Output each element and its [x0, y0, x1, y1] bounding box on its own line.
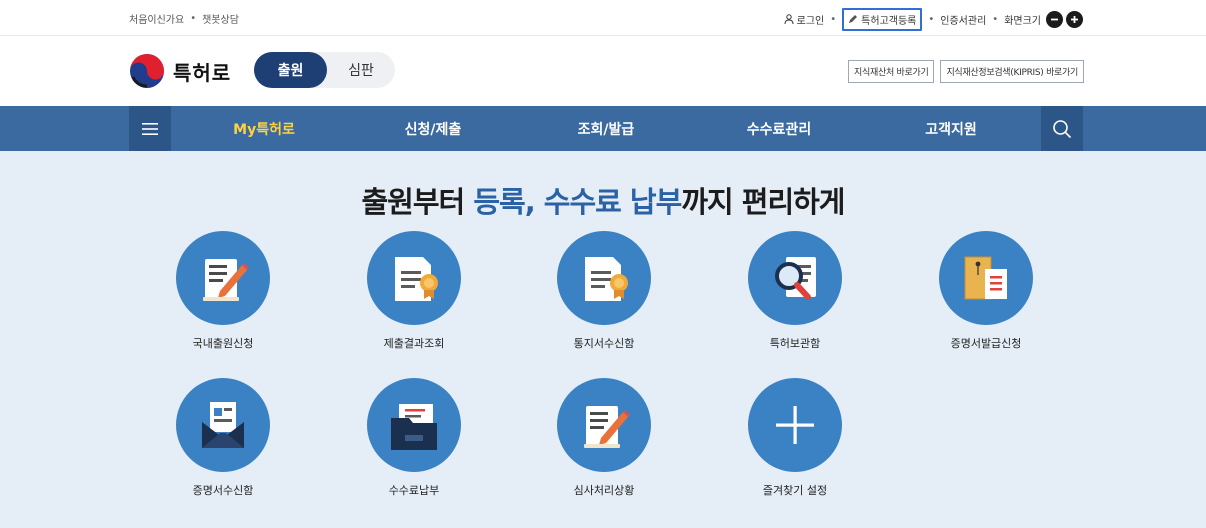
- customer-register-link[interactable]: 특허고객등록: [842, 7, 923, 31]
- main-nav: My특허로 신청/제출 조회/발급 수수료관리 고객지원: [0, 106, 1206, 151]
- menu-button[interactable]: [129, 106, 171, 151]
- tile-submission-results[interactable]: 제출결과조회: [354, 231, 474, 361]
- tile-circle: [367, 231, 461, 325]
- kipris-link[interactable]: 지식재산정보검색(KIPRIS) 바로가기: [940, 60, 1084, 83]
- main-content: 출원부터 등록, 수수료 납부까지 편리하게 국내출원신청 제출결과조회 통지서…: [0, 151, 1206, 528]
- tile-circle: [557, 378, 651, 472]
- taegeuk-logo-icon: [130, 54, 164, 88]
- plus-icon: [776, 406, 814, 444]
- separator-dot: •: [992, 13, 999, 25]
- tile-label: 제출결과조회: [383, 337, 445, 350]
- document-certificate-icon: [395, 257, 438, 301]
- plus-icon: [1071, 15, 1078, 23]
- mode-toggle: 출원 심판: [254, 52, 395, 88]
- folder-icon: [391, 404, 437, 450]
- pencil-icon: [849, 15, 858, 23]
- zoom-out-button[interactable]: [1046, 10, 1063, 28]
- main-nav-inner: My특허로 신청/제출 조회/발급 수수료관리 고객지원: [129, 106, 1083, 151]
- tile-circle: [176, 231, 270, 325]
- tile-circle: [748, 231, 842, 325]
- separator-dot: •: [190, 13, 197, 24]
- login-label: 로그인: [796, 15, 825, 27]
- document-pen-icon: [203, 259, 249, 301]
- tile-circle: [176, 378, 270, 472]
- document-pen-icon: [584, 406, 630, 448]
- search-icon: [1053, 119, 1072, 138]
- tile-circle: [557, 231, 651, 325]
- tile-notice-inbox[interactable]: 통지서수신함: [544, 231, 664, 361]
- utility-left: 처음이신가요 • 챗봇상담: [129, 11, 239, 26]
- ip-office-link[interactable]: 지식재산처 바로가기: [848, 60, 935, 83]
- tile-label: 수수료납부: [388, 484, 440, 497]
- tile-certificate-inbox[interactable]: 증명서수신함: [163, 378, 283, 508]
- tile-circle: [748, 378, 842, 472]
- login-link[interactable]: 로그인: [784, 12, 825, 27]
- certificate-manage-link[interactable]: 인증서관리: [940, 12, 986, 27]
- document-certificate-icon: [585, 257, 628, 301]
- customer-register-label: 특허고객등록: [861, 15, 917, 27]
- separator-dot: •: [928, 13, 935, 25]
- person-icon: [784, 14, 794, 24]
- screen-size-label: 화면크기: [1004, 15, 1041, 27]
- tile-examination-status[interactable]: 심사처리상황: [544, 378, 664, 508]
- chatbot-link[interactable]: 챗봇상담: [202, 11, 239, 26]
- tile-label: 증명서수신함: [192, 484, 254, 497]
- tile-label: 특허보관함: [769, 337, 821, 350]
- tile-label: 국내출원신청: [192, 337, 254, 350]
- open-mail-icon: [202, 402, 244, 448]
- headline-part-1: 출원: [361, 185, 413, 219]
- first-visit-link[interactable]: 처음이신가요: [129, 11, 184, 26]
- tile-circle: [939, 231, 1033, 325]
- tile-circle: [367, 378, 461, 472]
- nav-inquiry-issue[interactable]: 조회/발급: [556, 106, 656, 151]
- nav-fee-management[interactable]: 수수료관리: [729, 106, 829, 151]
- headline-part-3: 등록, 수수료 납부: [473, 185, 682, 219]
- tile-label: 증명서발급신청: [950, 337, 1022, 350]
- minus-icon: [1051, 18, 1058, 20]
- site-header: 특허로 출원 심판 지식재산처 바로가기 지식재산정보검색(KIPRIS) 바로…: [0, 36, 1206, 106]
- tile-label: 통지서수신함: [573, 337, 635, 350]
- tile-certificate-issue-request[interactable]: 증명서발급신청: [926, 231, 1046, 361]
- envelope-document-icon: [964, 256, 1007, 300]
- site-logo[interactable]: 특허로: [129, 53, 231, 89]
- hero-headline: 출원부터 등록, 수수료 납부까지 편리하게: [0, 179, 1206, 221]
- zoom-in-button[interactable]: [1066, 10, 1083, 28]
- nav-my-patent[interactable]: My특허로: [219, 106, 309, 151]
- tile-domestic-application[interactable]: 국내출원신청: [163, 231, 283, 361]
- separator-dot: •: [830, 13, 837, 25]
- utility-bar: 처음이신가요 • 챗봇상담 로그인 • 특허고객등록 • 인증서관리 • 화면크…: [0, 0, 1206, 36]
- nav-apply-submit[interactable]: 신청/제출: [383, 106, 483, 151]
- tile-label: 심사처리상황: [573, 484, 635, 497]
- headline-part-2: 부터: [412, 185, 474, 219]
- external-links: 지식재산처 바로가기 지식재산정보검색(KIPRIS) 바로가기: [848, 60, 1084, 83]
- tile-fee-payment[interactable]: 수수료납부: [354, 378, 474, 508]
- toggle-trial[interactable]: 심판: [327, 52, 395, 88]
- document-search-icon: [775, 257, 816, 300]
- headline-part-4: 까지 편리하게: [681, 185, 845, 219]
- nav-customer-support[interactable]: 고객지원: [901, 106, 1001, 151]
- hamburger-icon: [142, 122, 158, 135]
- logo-title: 특허로: [173, 60, 232, 85]
- search-button[interactable]: [1041, 106, 1083, 151]
- toggle-application[interactable]: 출원: [254, 52, 327, 88]
- tile-favorites-settings[interactable]: 즐겨찾기 설정: [735, 378, 855, 508]
- utility-right: 로그인 • 특허고객등록 • 인증서관리 • 화면크기: [784, 7, 1083, 31]
- tile-patent-storage[interactable]: 특허보관함: [735, 231, 855, 361]
- tile-label: 즐겨찾기 설정: [762, 484, 828, 497]
